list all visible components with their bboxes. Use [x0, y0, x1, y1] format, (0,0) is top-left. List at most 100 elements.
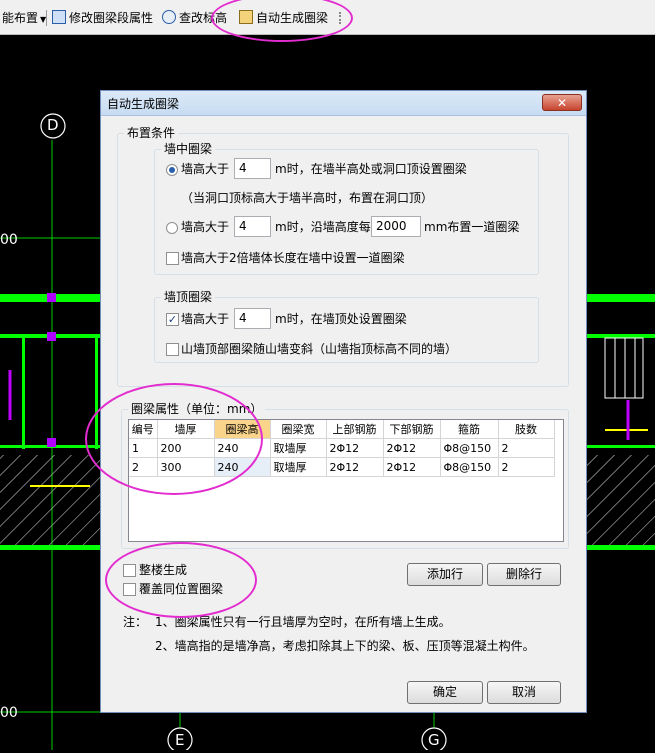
modify-beam-segment-button[interactable]: 修改圈梁段属性 — [52, 9, 153, 27]
cancel-button[interactable]: 取消 — [487, 681, 561, 704]
note-line-2: 2、墙高指的是墙净高，考虑扣除其上下的梁、板、压顶等混凝土构件。 — [155, 639, 535, 653]
interval-threshold-input[interactable]: 4 — [234, 216, 271, 237]
window-right — [604, 337, 644, 399]
column-header[interactable]: 圈梁宽 — [270, 420, 327, 439]
axis-label-d: D — [47, 116, 59, 134]
half-height-radio[interactable] — [166, 164, 178, 176]
beam-properties-grid: 编号 墙厚 圈梁高 圈梁宽 上部钢筋 下部钢筋 箍筋 肢数 1 200 240 … — [129, 420, 555, 477]
table-cell[interactable]: 1 — [129, 438, 158, 458]
delete-row-button[interactable]: 删除行 — [487, 563, 561, 586]
interval-suffix: mm布置一道圈梁 — [424, 220, 520, 234]
column-left-b — [95, 334, 98, 449]
half-height-prefix: 墙高大于 — [181, 162, 230, 176]
whole-building-label: 整楼生成 — [139, 563, 188, 577]
interval-radio[interactable] — [166, 222, 178, 234]
whole-building-checkbox[interactable] — [123, 564, 136, 577]
add-row-button[interactable]: 添加行 — [407, 563, 483, 586]
table-row[interactable]: 2 300 240 取墙厚 2Φ12 2Φ12 Φ8@150 2 — [129, 457, 555, 477]
layout-dropdown-button[interactable]: 能布置 ▼ — [2, 9, 46, 27]
check-elevation-button[interactable]: 查改标高 — [162, 9, 227, 27]
table-cell-selected[interactable]: 240 — [214, 457, 271, 477]
table-cell[interactable]: 300 — [157, 457, 215, 477]
top-wall-height-checkbox[interactable]: ✓ — [166, 313, 179, 326]
table-cell[interactable]: Φ8@150 — [440, 457, 499, 477]
beam-properties-table[interactable]: 编号 墙厚 圈梁高 圈梁宽 上部钢筋 下部钢筋 箍筋 肢数 1 200 240 … — [128, 419, 564, 542]
table-header-row: 编号 墙厚 圈梁高 圈梁宽 上部钢筋 下部钢筋 箍筋 肢数 — [129, 420, 555, 439]
checkmark-icon: ✓ — [167, 313, 178, 326]
wall-low-right — [586, 445, 655, 448]
overwrite-checkbox[interactable] — [123, 583, 136, 596]
hatch-right — [586, 455, 655, 545]
column-header-selected[interactable]: 圈梁高 — [214, 420, 271, 439]
layout-conditions-legend: 布置条件 — [124, 126, 179, 140]
modify-properties-icon — [52, 10, 66, 24]
column-header[interactable]: 墙厚 — [157, 420, 215, 439]
table-cell[interactable]: 2 — [129, 457, 158, 477]
auto-generate-beam-button[interactable]: 自动生成圈梁 — [239, 9, 328, 27]
auto-generate-label: 自动生成圈梁 — [256, 11, 329, 25]
table-row[interactable]: 1 200 240 取墙厚 2Φ12 2Φ12 Φ8@150 2 — [129, 438, 555, 458]
interval-middle-text: m时，沿墙高度每 — [275, 220, 371, 234]
table-cell[interactable]: 200 — [157, 438, 215, 458]
layout-dropdown-label: 能布置 — [2, 11, 39, 25]
column-header[interactable]: 箍筋 — [440, 420, 499, 439]
axis-label-e: E — [175, 731, 185, 749]
beam-properties-legend: 圈梁属性（单位：mm） — [128, 402, 266, 416]
table-cell[interactable]: 2Φ12 — [383, 438, 441, 458]
dimension-text-lower: 00 — [0, 705, 18, 721]
dialog-title: 自动生成圈梁 — [107, 97, 180, 111]
axis-node-3 — [47, 438, 56, 447]
dimension-text-upper: 00 — [0, 232, 18, 248]
half-height-threshold-input[interactable]: 4 — [234, 158, 271, 179]
axis-node-2 — [47, 332, 56, 341]
hatch-left — [0, 455, 100, 545]
table-cell[interactable]: 2Φ12 — [326, 457, 384, 477]
dialog-titlebar[interactable]: 自动生成圈梁 ✕ — [101, 91, 586, 116]
gable-slope-label: 山墙顶部圈梁随山墙变斜（山墙指顶标高不同的墙） — [181, 342, 458, 356]
table-cell[interactable]: 2Φ12 — [326, 438, 384, 458]
toolbar-separator — [46, 10, 47, 26]
wall-top-right — [586, 294, 655, 302]
column-header[interactable]: 下部钢筋 — [383, 420, 441, 439]
close-icon: ✕ — [556, 96, 568, 110]
modify-beam-segment-label: 修改圈梁段属性 — [69, 11, 154, 25]
mid-wall-beam-legend: 墙中圈梁 — [161, 142, 216, 156]
table-cell[interactable]: Φ8@150 — [440, 438, 499, 458]
toolbar-grip[interactable] — [339, 12, 343, 24]
column-left-a — [22, 334, 25, 449]
table-cell[interactable]: 2 — [498, 438, 555, 458]
column-header[interactable]: 编号 — [129, 420, 158, 439]
check-elevation-label: 查改标高 — [179, 11, 228, 25]
auto-generate-icon — [239, 10, 253, 24]
gable-slope-checkbox[interactable] — [166, 343, 179, 356]
table-cell[interactable]: 取墙厚 — [270, 438, 327, 458]
interval-spacing-input[interactable]: 2000 — [371, 216, 421, 237]
column-header[interactable]: 肢数 — [498, 420, 555, 439]
top-wall-suffix: m时，在墙顶处设置圈梁 — [275, 312, 407, 326]
ok-button[interactable]: 确定 — [407, 681, 483, 704]
wall-mid-right — [586, 334, 655, 338]
table-cell[interactable]: 240 — [214, 438, 271, 458]
double-length-label: 墙高大于2倍墙体长度在墙中设置一道圈梁 — [181, 251, 405, 265]
half-height-suffix: m时，在墙半高处或洞口顶设置圈梁 — [275, 162, 467, 176]
top-wall-threshold-input[interactable]: 4 — [234, 308, 271, 329]
top-wall-beam-legend: 墙顶圈梁 — [161, 290, 216, 304]
table-cell[interactable]: 取墙厚 — [270, 457, 327, 477]
magnifier-icon — [162, 10, 176, 24]
overwrite-label: 覆盖同位置圈梁 — [139, 582, 224, 596]
table-cell[interactable]: 2Φ12 — [383, 457, 441, 477]
column-header[interactable]: 上部钢筋 — [326, 420, 384, 439]
wall-bottom-right — [586, 545, 655, 550]
table-cell[interactable]: 2 — [498, 457, 555, 477]
interval-prefix: 墙高大于 — [181, 220, 230, 234]
top-toolbar: 能布置 ▼ 修改圈梁段属性 查改标高 自动生成圈梁 — [0, 0, 655, 35]
axis-label-g: G — [428, 731, 440, 749]
note-prefix: 注： — [123, 615, 148, 629]
auto-generate-beam-dialog: 自动生成圈梁 ✕ 布置条件 墙中圈梁 墙高大于 4 m时，在墙半高处或洞口顶设置… — [100, 90, 587, 713]
half-height-note: （当洞口顶标高大于墙半高时，布置在洞口顶） — [181, 191, 434, 205]
wall-bottom-left — [0, 545, 100, 550]
top-wall-prefix: 墙高大于 — [181, 312, 230, 326]
close-button[interactable]: ✕ — [542, 94, 582, 111]
double-length-checkbox[interactable] — [166, 252, 179, 265]
axis-node-1 — [47, 293, 56, 302]
